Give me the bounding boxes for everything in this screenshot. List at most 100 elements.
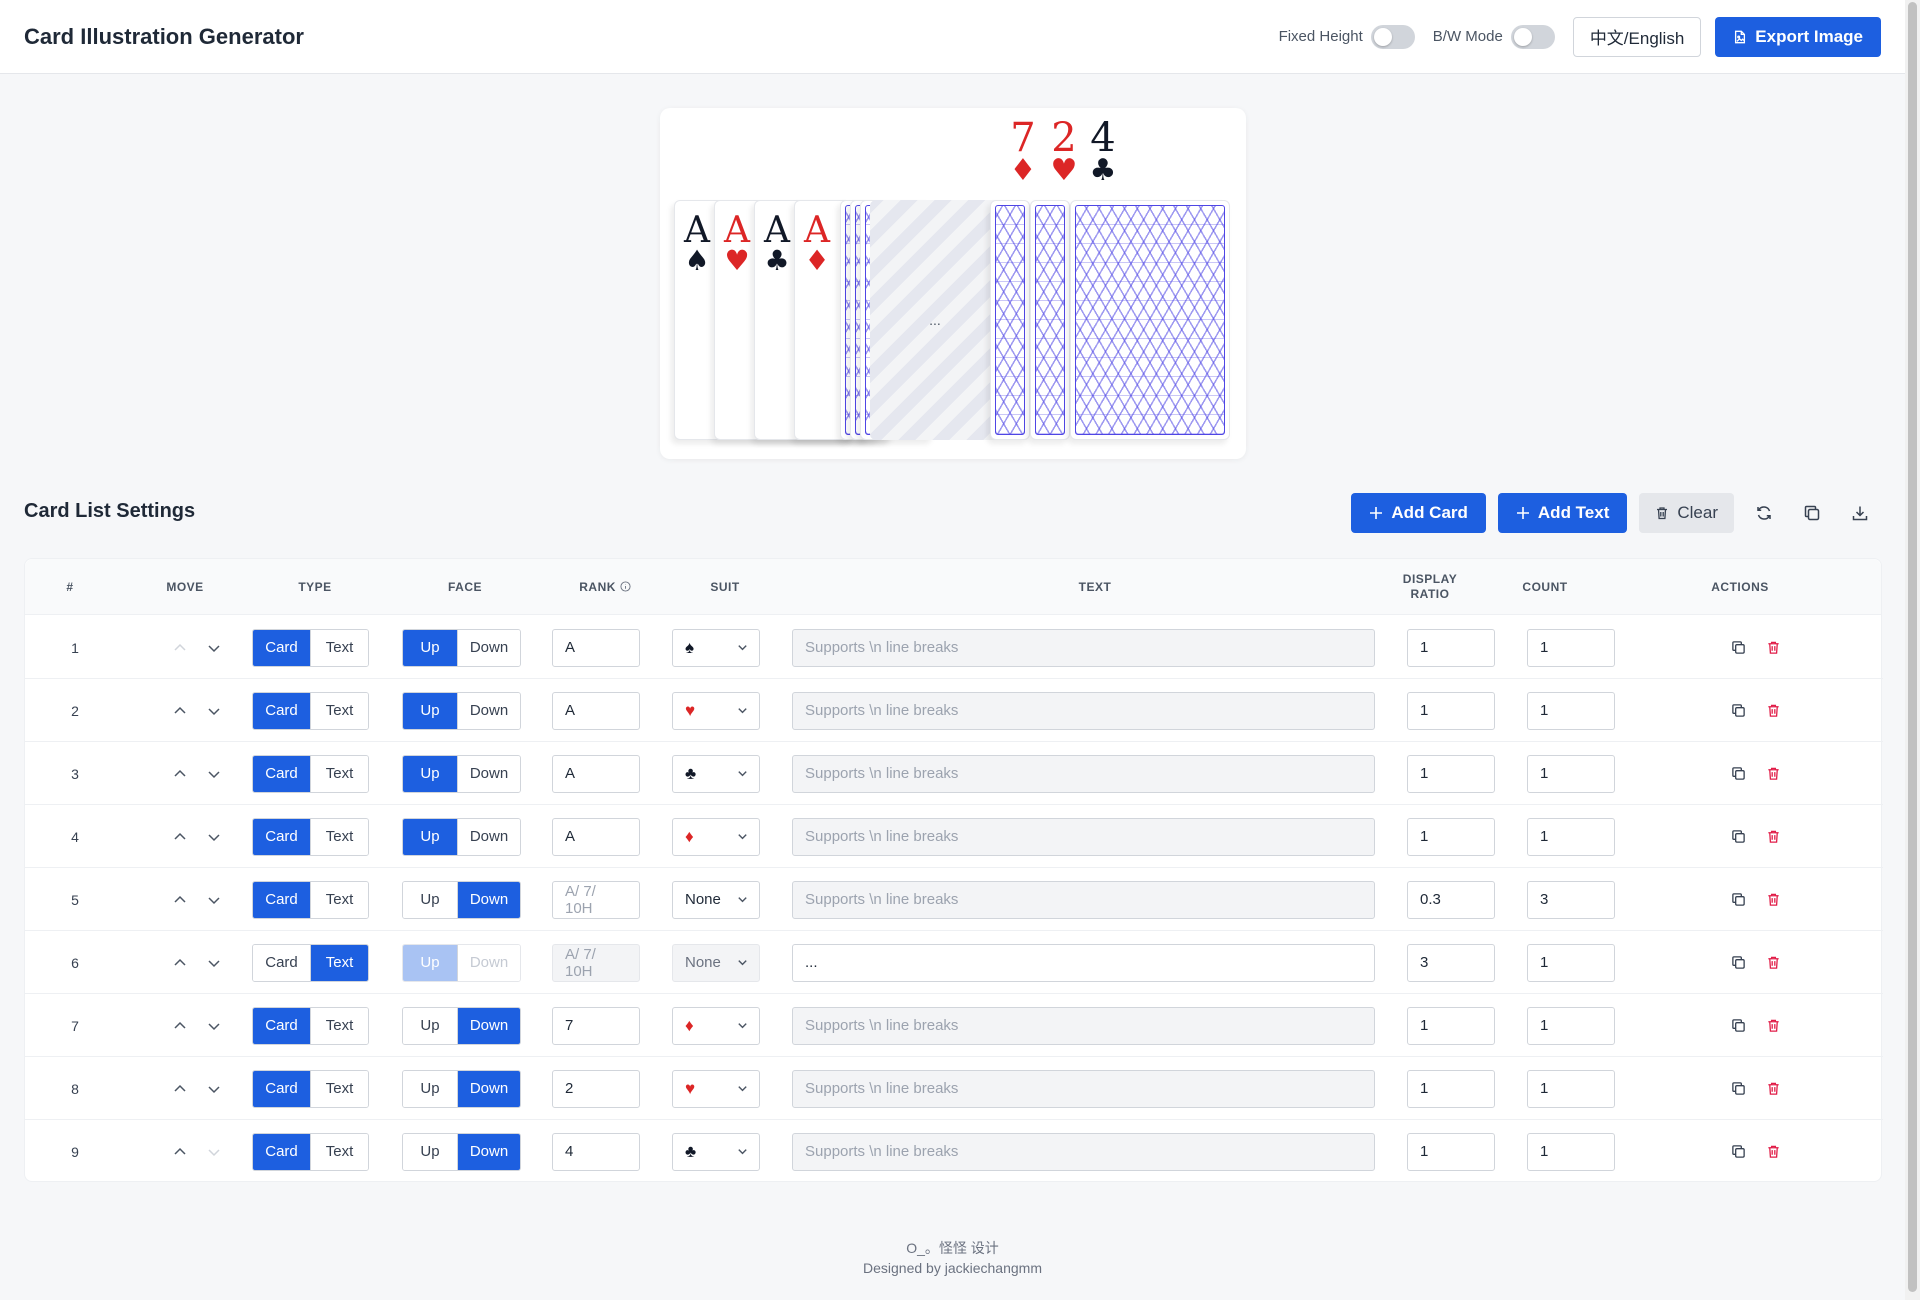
count-input[interactable]: 3 — [1527, 880, 1615, 919]
add-text-button[interactable]: Add Text — [1497, 493, 1628, 533]
display-ratio-input[interactable]: 1 — [1407, 1006, 1495, 1045]
duplicate-row-icon[interactable] — [1731, 955, 1746, 970]
rank-input[interactable]: 2 — [552, 1069, 640, 1108]
delete-row-icon[interactable] — [1766, 1081, 1781, 1096]
move-down-icon[interactable] — [206, 703, 222, 719]
delete-row-icon[interactable] — [1766, 766, 1781, 781]
display-ratio-input[interactable]: 1 — [1407, 1069, 1495, 1108]
duplicate-row-icon[interactable] — [1731, 766, 1746, 781]
face-option-up[interactable]: Up — [403, 1007, 457, 1044]
face-option-up[interactable]: Up — [403, 1133, 457, 1170]
face-option-down[interactable]: Down — [457, 818, 520, 855]
duplicate-row-icon[interactable] — [1731, 1018, 1746, 1033]
fixed-height-toggle[interactable] — [1370, 24, 1415, 49]
count-input[interactable]: 1 — [1527, 1069, 1615, 1108]
face-option-down[interactable]: Down — [457, 1007, 520, 1044]
delete-row-icon[interactable] — [1766, 892, 1781, 907]
rank-input[interactable]: A — [552, 754, 640, 793]
face-option-up[interactable]: Up — [403, 692, 457, 729]
move-up-icon[interactable] — [172, 955, 188, 971]
refresh-button[interactable] — [1746, 493, 1782, 533]
move-up-icon[interactable] — [172, 892, 188, 908]
page-scrollbar[interactable] — [1905, 0, 1920, 1300]
rank-input[interactable]: A — [552, 628, 640, 667]
face-option-down[interactable]: Down — [457, 755, 520, 792]
display-ratio-input[interactable]: 1 — [1407, 691, 1495, 730]
move-up-icon[interactable] — [172, 703, 188, 719]
duplicate-row-icon[interactable] — [1731, 1081, 1746, 1096]
type-option-card[interactable]: Card — [253, 629, 310, 666]
type-option-text[interactable]: Text — [310, 818, 368, 855]
face-option-up[interactable]: Up — [403, 629, 457, 666]
type-option-card[interactable]: Card — [253, 755, 310, 792]
type-option-text[interactable]: Text — [310, 1070, 368, 1107]
count-input[interactable]: 1 — [1527, 1132, 1615, 1171]
rank-input[interactable]: A — [552, 817, 640, 856]
delete-row-icon[interactable] — [1766, 703, 1781, 718]
rank-input[interactable]: 4 — [552, 1132, 640, 1171]
count-input[interactable]: 1 — [1527, 628, 1615, 667]
move-up-icon[interactable] — [172, 829, 188, 845]
type-option-text[interactable]: Text — [310, 1133, 368, 1170]
move-up-icon[interactable] — [172, 1018, 188, 1034]
move-down-icon[interactable] — [206, 955, 222, 971]
move-down-icon[interactable] — [206, 892, 222, 908]
count-input[interactable]: 1 — [1527, 754, 1615, 793]
download-button[interactable] — [1842, 493, 1878, 533]
count-input[interactable]: 1 — [1527, 943, 1615, 982]
delete-row-icon[interactable] — [1766, 829, 1781, 844]
rank-input[interactable]: A/ 7/ 10H — [552, 880, 640, 919]
duplicate-row-icon[interactable] — [1731, 892, 1746, 907]
display-ratio-input[interactable]: 1 — [1407, 754, 1495, 793]
display-ratio-input[interactable]: 3 — [1407, 943, 1495, 982]
display-ratio-input[interactable]: 1 — [1407, 628, 1495, 667]
type-option-text[interactable]: Text — [310, 1007, 368, 1044]
suit-select[interactable]: ♣ — [672, 1132, 760, 1171]
type-option-card[interactable]: Card — [253, 1070, 310, 1107]
display-ratio-input[interactable]: 1 — [1407, 817, 1495, 856]
face-option-down[interactable]: Down — [457, 692, 520, 729]
suit-select[interactable]: ♦ — [672, 817, 760, 856]
face-option-down[interactable]: Down — [457, 629, 520, 666]
type-option-card[interactable]: Card — [253, 692, 310, 729]
delete-row-icon[interactable] — [1766, 1018, 1781, 1033]
type-option-card[interactable]: Card — [253, 1133, 310, 1170]
move-down-icon[interactable] — [206, 640, 222, 656]
type-option-text[interactable]: Text — [310, 629, 368, 666]
display-ratio-input[interactable]: 1 — [1407, 1132, 1495, 1171]
type-option-text[interactable]: Text — [310, 755, 368, 792]
bw-mode-toggle[interactable] — [1510, 24, 1555, 49]
face-option-down[interactable]: Down — [457, 1133, 520, 1170]
move-up-icon[interactable] — [172, 1144, 188, 1160]
delete-row-icon[interactable] — [1766, 1144, 1781, 1159]
type-option-card[interactable]: Card — [253, 944, 310, 981]
export-image-button[interactable]: Export Image — [1715, 16, 1881, 57]
copy-all-button[interactable] — [1794, 493, 1830, 533]
type-option-text[interactable]: Text — [310, 944, 368, 981]
type-option-text[interactable]: Text — [310, 881, 368, 918]
duplicate-row-icon[interactable] — [1731, 829, 1746, 844]
duplicate-row-icon[interactable] — [1731, 640, 1746, 655]
count-input[interactable]: 1 — [1527, 691, 1615, 730]
delete-row-icon[interactable] — [1766, 640, 1781, 655]
move-up-icon[interactable] — [172, 766, 188, 782]
move-up-icon[interactable] — [172, 1081, 188, 1097]
face-option-down[interactable]: Down — [457, 881, 520, 918]
suit-select[interactable]: ♠ — [672, 628, 760, 667]
face-option-up[interactable]: Up — [403, 755, 457, 792]
move-down-icon[interactable] — [206, 829, 222, 845]
language-toggle-button[interactable]: 中文/English — [1572, 16, 1702, 57]
type-option-card[interactable]: Card — [253, 818, 310, 855]
move-down-icon[interactable] — [206, 766, 222, 782]
add-card-button[interactable]: Add Card — [1351, 493, 1486, 533]
move-down-icon[interactable] — [206, 1081, 222, 1097]
face-option-up[interactable]: Up — [403, 1070, 457, 1107]
type-option-card[interactable]: Card — [253, 881, 310, 918]
count-input[interactable]: 1 — [1527, 817, 1615, 856]
info-icon[interactable] — [620, 581, 631, 592]
text-input[interactable]: ... — [792, 943, 1375, 982]
suit-select[interactable]: None — [672, 880, 760, 919]
face-option-up[interactable]: Up — [403, 881, 457, 918]
display-ratio-input[interactable]: 0.3 — [1407, 880, 1495, 919]
clear-button[interactable]: Clear — [1639, 493, 1734, 533]
